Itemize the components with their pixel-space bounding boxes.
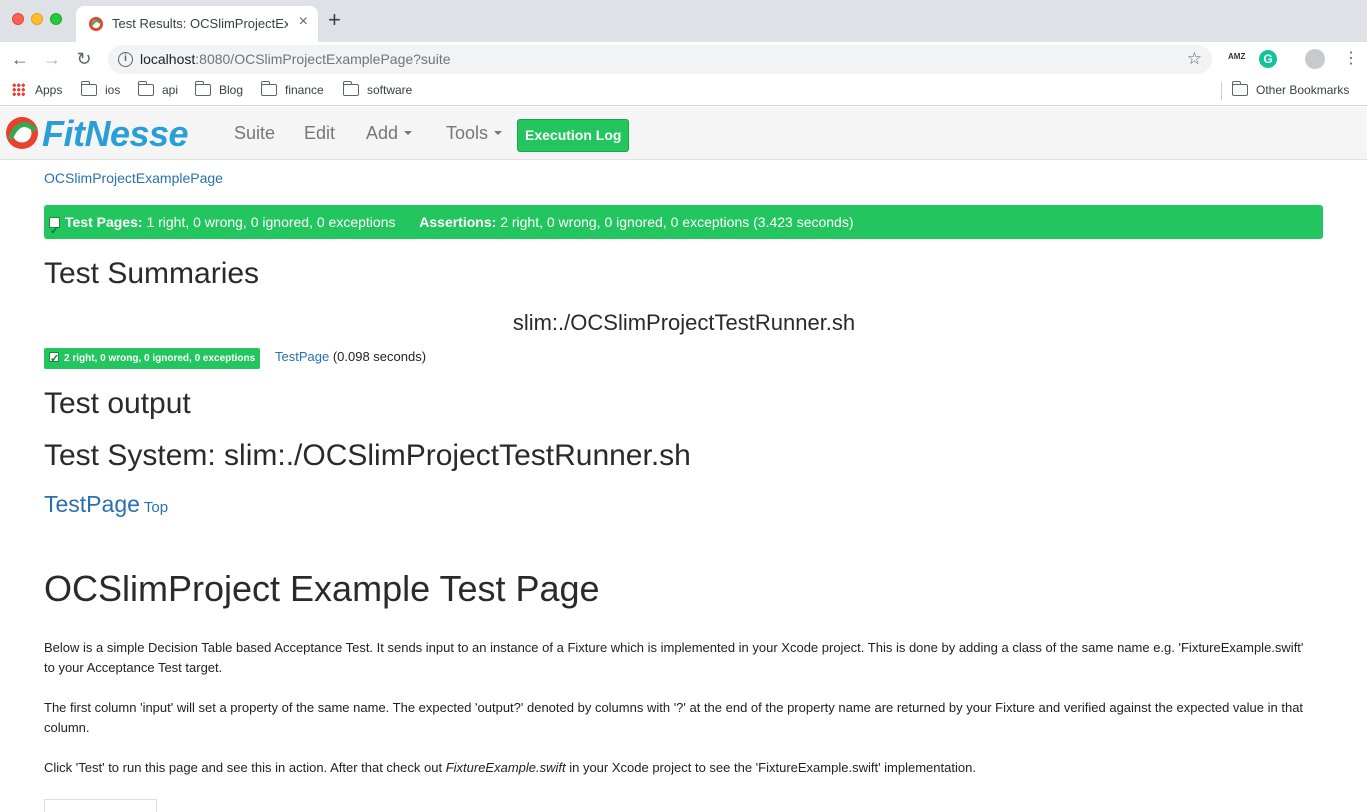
intro-paragraph-1: Below is a simple Decision Table based A… [44, 640, 1304, 675]
bookmark-finance[interactable]: finance [260, 81, 324, 97]
runner-title: slim:./OCSlimProjectTestRunner.sh [512, 310, 856, 335]
top-link[interactable]: Top [144, 499, 168, 516]
test-output-heading: Test output [44, 387, 191, 420]
intro-paragraph-2: The first column 'input' will set a prop… [44, 700, 1304, 735]
folder-icon [1231, 81, 1248, 96]
intro-paragraph-3: Click 'Test' to run this page and see th… [44, 760, 976, 775]
checkbox-icon [49, 214, 60, 248]
fitnesse-header: FitNesse Suite Edit Add Tools Execution … [0, 107, 1367, 160]
bookmarks-separator [1221, 82, 1222, 100]
page-title: OCSlimProject Example Test Page [44, 568, 600, 609]
apps-grid-icon [12, 83, 25, 96]
folder-icon [137, 81, 154, 96]
folder-icon [342, 81, 359, 96]
testpage-anchor-row: TestPage Top [44, 491, 168, 518]
menu-tools[interactable]: Tools [446, 123, 503, 144]
menu-edit[interactable]: Edit [304, 123, 335, 144]
back-arrow-icon[interactable]: ← [8, 47, 32, 71]
bookmark-blog[interactable]: Blog [194, 81, 243, 97]
browser-menu-icon[interactable]: ⋮ [1343, 49, 1359, 69]
browser-toolbar: ← → ↻ i localhost:8080/OCSlimProjectExam… [0, 42, 1367, 76]
chevron-down-icon [404, 131, 413, 135]
bookmark-apps[interactable]: Apps [12, 83, 62, 97]
menu-suite[interactable]: Suite [234, 123, 275, 144]
bookmark-software[interactable]: software [342, 81, 412, 97]
execution-log-button[interactable]: Execution Log [517, 119, 630, 152]
tab-title: Test Results: OCSlimProjectExa [112, 16, 288, 31]
browser-tab-active[interactable]: Test Results: OCSlimProjectExa × [76, 6, 318, 42]
summary-testpage-link[interactable]: TestPage [275, 349, 329, 364]
testpage-link[interactable]: TestPage [44, 491, 140, 517]
bookmarks-bar: Apps ios api Blog finance software Other… [0, 76, 1367, 106]
minimize-window-button[interactable] [31, 13, 43, 25]
folder-icon [260, 81, 277, 96]
summary-status-badge: 2 right, 0 wrong, 0 ignored, 0 exception… [44, 348, 261, 370]
address-bar[interactable]: i localhost:8080/OCSlimProjectExamplePag… [108, 45, 1212, 74]
summary-time: (0.098 seconds) [332, 349, 427, 364]
close-window-button[interactable] [12, 13, 24, 25]
summary-row: TestPage (0.098 seconds) [275, 349, 426, 364]
folder-icon [194, 81, 211, 96]
reload-icon[interactable]: ↻ [72, 47, 96, 71]
menu-add[interactable]: Add [366, 123, 413, 144]
test-results-banner: Test Pages: 1 right, 0 wrong, 0 ignored,… [44, 205, 1323, 248]
breadcrumb-link[interactable]: OCSlimProjectExamplePage [44, 170, 223, 186]
browser-tab-bar: Test Results: OCSlimProjectExa × + [0, 0, 1367, 42]
bookmark-other-bookmarks[interactable]: Other Bookmarks [1231, 81, 1349, 97]
bookmark-api[interactable]: api [137, 81, 178, 97]
fitnesse-logo-icon [6, 117, 38, 149]
fitnesse-favicon-icon [89, 17, 103, 31]
tab-close-icon[interactable]: × [299, 13, 308, 31]
new-tab-button[interactable]: + [328, 9, 341, 31]
bookmark-ios[interactable]: ios [80, 81, 120, 97]
chevron-down-icon [494, 131, 503, 135]
decision-table [44, 799, 157, 812]
grammarly-extension-icon[interactable]: G [1259, 50, 1277, 68]
folder-icon [80, 81, 97, 96]
checkbox-icon [49, 349, 59, 370]
amz-extension-icon[interactable]: AMZ [1228, 52, 1245, 61]
url-text[interactable]: localhost:8080/OCSlimProjectExamplePage?… [140, 51, 451, 67]
fitnesse-logo-text: FitNesse [42, 113, 189, 154]
bookmark-star-icon[interactable]: ☆ [1187, 49, 1202, 69]
test-system-heading: Test System: slim:./OCSlimProjectTestRun… [44, 439, 691, 472]
site-info-icon[interactable]: i [118, 52, 133, 67]
test-summaries-heading: Test Summaries [44, 257, 260, 290]
forward-arrow-icon[interactable]: → [40, 47, 64, 71]
profile-avatar-icon[interactable] [1305, 49, 1325, 69]
maximize-window-button[interactable] [50, 13, 62, 25]
